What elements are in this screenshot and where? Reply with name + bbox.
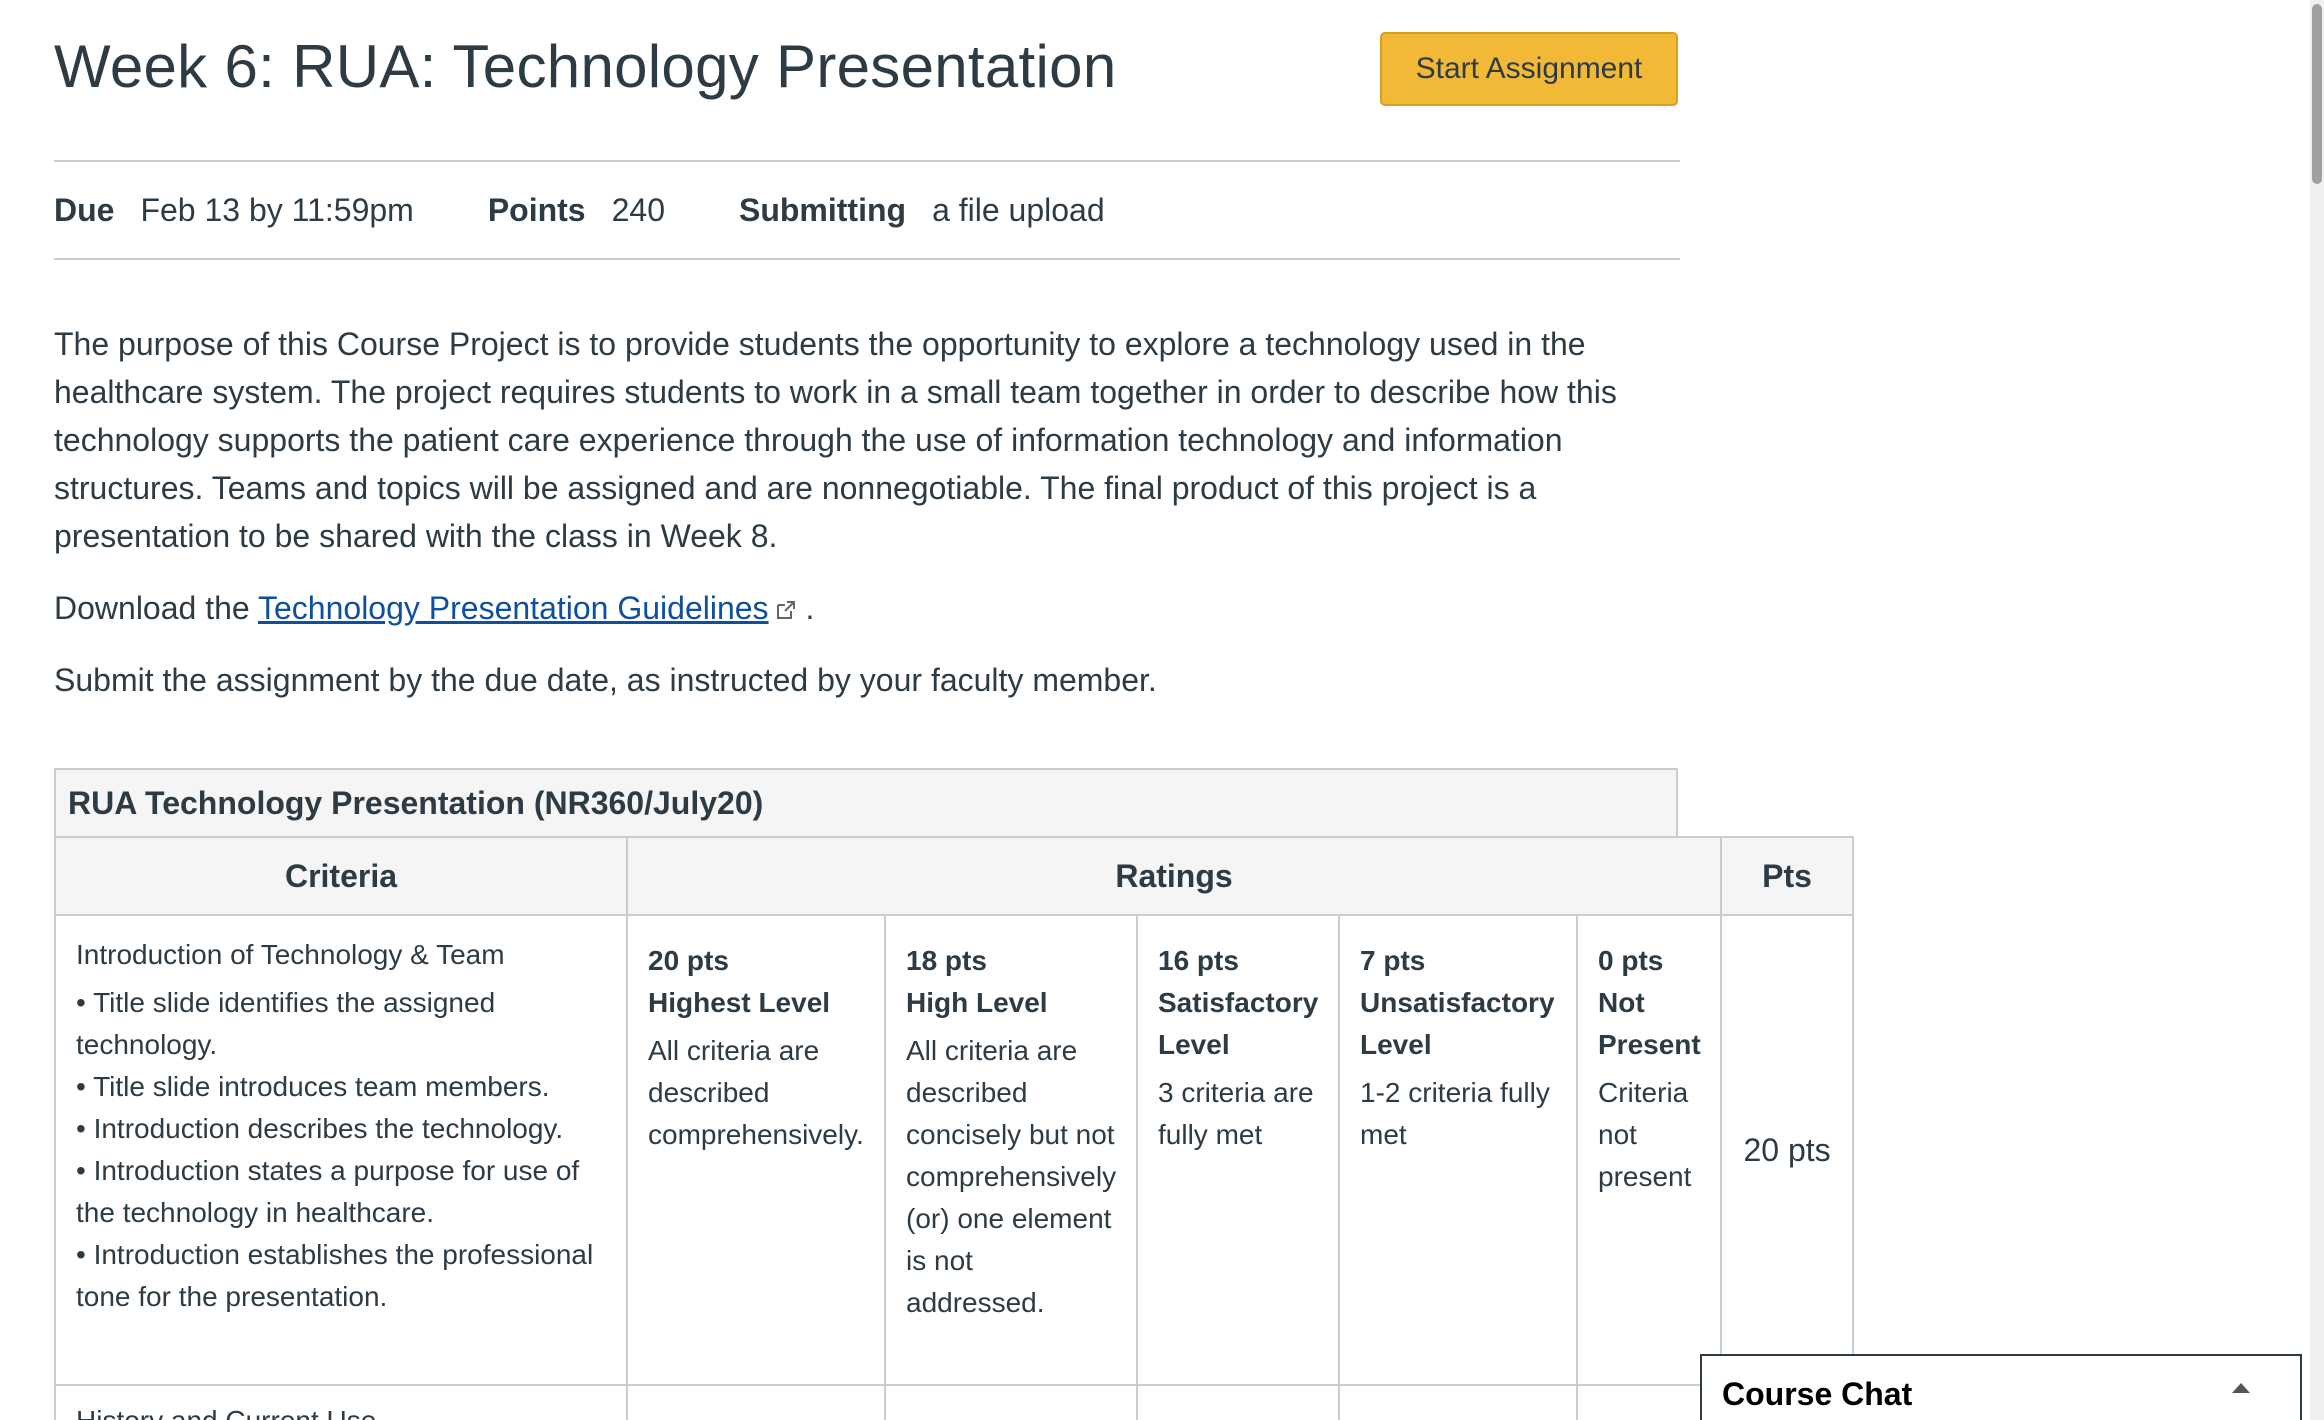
criteria-bullet: • Title slide identifies the assigned te…: [76, 987, 496, 1060]
rating-description: All criteria are described comprehensive…: [648, 1035, 864, 1150]
submission-type: Submitting a file upload: [739, 192, 1105, 229]
due-date: Due Feb 13 by 11:59pm: [54, 192, 414, 229]
due-value: Feb 13 by 11:59pm: [140, 191, 414, 228]
rating-satisfactory[interactable]: 16 pts Satisfactory Level 3 criteria are…: [1136, 914, 1340, 1386]
assignment-content: Week 6: RUA: Technology Presentation Sta…: [54, 0, 1680, 728]
download-suffix: .: [796, 590, 815, 626]
guidelines-link[interactable]: Technology Presentation Guidelines: [258, 590, 769, 626]
criteria-bullet: • Introduction establishes the professio…: [76, 1239, 594, 1312]
rating-highest[interactable]: 20 pts Highest Level All criteria are de…: [626, 914, 886, 1386]
points-label: Points: [487, 191, 586, 228]
criteria-bullet: • Introduction states a purpose for use …: [76, 1155, 580, 1228]
course-chat-toggle[interactable]: Course Chat: [1700, 1354, 2302, 1420]
rating-cell[interactable]: [1136, 1384, 1340, 1420]
page-title: Week 6: RUA: Technology Presentation: [54, 33, 1117, 100]
rating-description: 1-2 criteria fully met: [1360, 1077, 1550, 1150]
points: Points 240: [488, 192, 665, 229]
criteria-bullet: • Title slide introduces team members.: [76, 1071, 550, 1102]
rubric-row: History and Current Use: [54, 1384, 1855, 1420]
rating-level: Satisfactory Level: [1158, 987, 1319, 1060]
due-label: Due: [54, 191, 115, 228]
criteria-cell: History and Current Use: [54, 1384, 628, 1420]
pts-header: Pts: [1720, 836, 1855, 916]
assignment-details: Due Feb 13 by 11:59pm Points 240 Submitt…: [54, 162, 1680, 260]
assignment-description: The purpose of this Course Project is to…: [54, 320, 1680, 704]
criteria-title: History and Current Use: [76, 1400, 606, 1420]
submitting-label: Submitting: [738, 191, 907, 228]
points-value: 240: [611, 191, 665, 228]
download-line: Download the Technology Presentation Gui…: [54, 584, 1680, 632]
criteria-title: Introduction of Technology & Team: [76, 939, 505, 970]
rubric-header-row: Criteria Ratings Pts: [54, 836, 1855, 916]
rating-cell[interactable]: [1338, 1384, 1578, 1420]
rating-points: 7 pts: [1360, 945, 1426, 976]
rating-level: Highest Level: [648, 987, 831, 1018]
criteria-bullet: • Introduction describes the technology.: [76, 1113, 564, 1144]
rubric-table: Criteria Ratings Pts Introduction of Tec…: [54, 836, 1855, 1420]
submitting-value: a file upload: [932, 191, 1105, 228]
caret-up-icon: [2232, 1383, 2250, 1393]
external-link-icon: [776, 601, 795, 619]
rating-not-present[interactable]: 0 pts Not Present Criteria not present: [1575, 914, 1723, 1386]
description-paragraph: The purpose of this Course Project is to…: [54, 326, 1617, 554]
rating-level: High Level: [906, 987, 1048, 1018]
rating-level: Not Present: [1598, 987, 1701, 1060]
rating-description: All criteria are described concisely but…: [906, 1035, 1117, 1318]
ratings-header: Ratings: [625, 836, 1723, 916]
rating-points: 20 pts: [648, 945, 729, 976]
rating-points: 0 pts: [1598, 945, 1664, 976]
rating-high[interactable]: 18 pts High Level All criteria are descr…: [884, 914, 1138, 1386]
start-assignment-button[interactable]: Start Assignment: [1380, 32, 1678, 106]
rating-description: Criteria not present: [1598, 1077, 1692, 1192]
rating-level: Unsatisfactory Level: [1360, 987, 1555, 1060]
vertical-scrollbar[interactable]: [2310, 0, 2324, 1420]
rating-points: 16 pts: [1158, 945, 1239, 976]
rating-cell[interactable]: [626, 1384, 886, 1420]
rating-points: 18 pts: [906, 945, 987, 976]
rating-description: 3 criteria are fully met: [1158, 1077, 1314, 1150]
row-points-total: 20 pts: [1720, 914, 1855, 1386]
rubric-row: Introduction of Technology & Team • Titl…: [54, 914, 1855, 1386]
download-prefix: Download the: [54, 590, 258, 626]
scrollbar-thumb[interactable]: [2312, 4, 2322, 184]
criteria-cell: Introduction of Technology & Team • Titl…: [54, 914, 628, 1386]
rubric: RUA Technology Presentation (NR360/July2…: [54, 768, 1855, 1420]
course-chat-label: Course Chat: [1722, 1375, 1913, 1412]
rating-unsatisfactory[interactable]: 7 pts Unsatisfactory Level 1-2 criteria …: [1338, 914, 1578, 1386]
rubric-title: RUA Technology Presentation (NR360/July2…: [54, 768, 1678, 836]
criteria-header: Criteria: [54, 836, 628, 916]
rating-cell[interactable]: [884, 1384, 1138, 1420]
submit-instructions: Submit the assignment by the due date, a…: [54, 662, 1157, 698]
assignment-header: Week 6: RUA: Technology Presentation Sta…: [54, 0, 1680, 162]
assignment-page: Week 6: RUA: Technology Presentation Sta…: [0, 0, 2324, 1420]
